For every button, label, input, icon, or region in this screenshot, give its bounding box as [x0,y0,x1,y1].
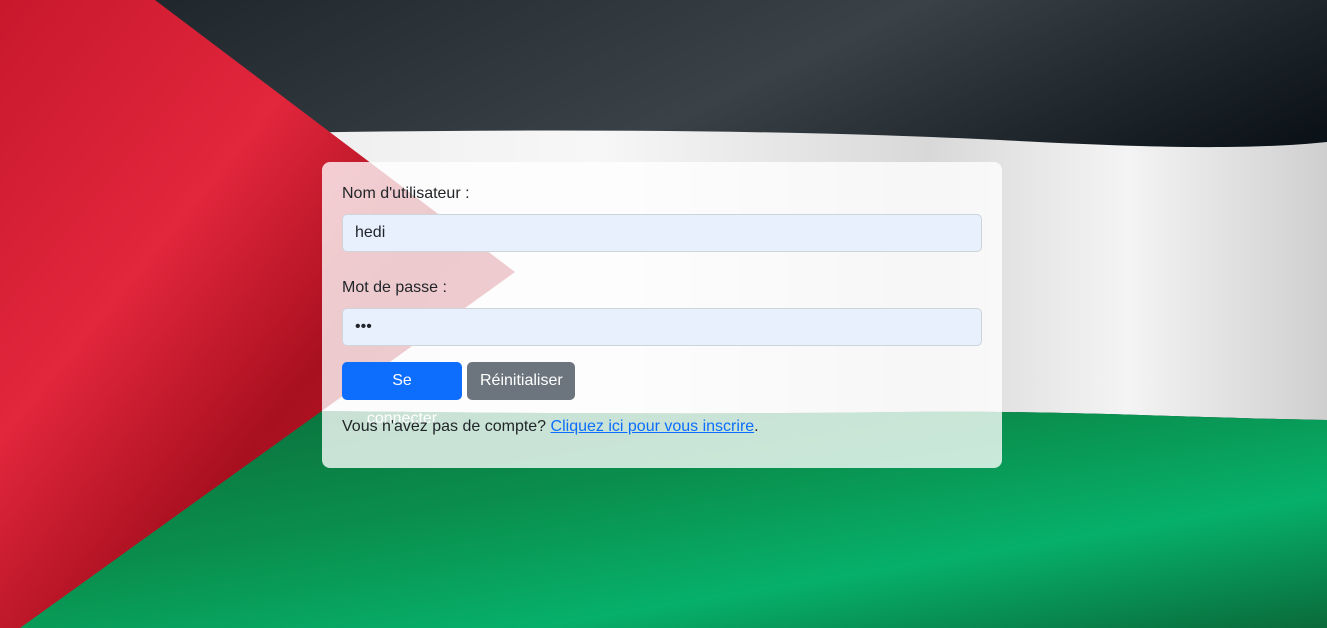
signup-suffix: . [754,418,759,435]
reset-button[interactable]: Réinitialiser [467,362,575,400]
signup-prompt: Vous n'avez pas de compte? Cliquez ici p… [342,417,982,437]
username-label: Nom d'utilisateur : [342,185,470,202]
username-input[interactable] [342,214,982,252]
form-buttons: Se connecter Réinitialiser [342,362,982,427]
password-label: Mot de passe : [342,279,447,296]
signup-prefix: Vous n'avez pas de compte? [342,418,551,435]
signup-link[interactable]: Cliquez ici pour vous inscrire [551,418,755,435]
login-button[interactable]: Se connecter [342,362,462,427]
login-form: Nom d'utilisateur : Mot de passe : Se co… [322,162,1002,468]
password-input[interactable] [342,308,982,346]
